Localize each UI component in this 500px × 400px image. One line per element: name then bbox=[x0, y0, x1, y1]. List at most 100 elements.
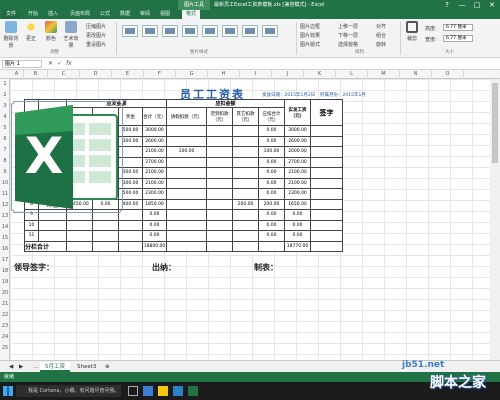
picture-style-2[interactable] bbox=[142, 25, 158, 37]
cell-sign[interactable] bbox=[310, 156, 343, 168]
cell-name[interactable] bbox=[38, 219, 67, 231]
cell-net[interactable]: 1650.00 bbox=[284, 198, 311, 210]
cell-total[interactable]: 1850.00 bbox=[142, 198, 167, 210]
task-view-icon[interactable] bbox=[128, 386, 138, 396]
maximize-button[interactable]: □ bbox=[470, 0, 484, 10]
cell-late[interactable] bbox=[206, 219, 233, 231]
row-header[interactable]: 20 bbox=[0, 290, 10, 296]
picture-style-1[interactable] bbox=[122, 25, 138, 37]
row-header[interactable]: 10 bbox=[0, 180, 10, 186]
cell-late[interactable] bbox=[206, 167, 233, 179]
column-header[interactable]: I bbox=[240, 70, 272, 79]
cell-net[interactable]: 0.00 bbox=[284, 209, 311, 221]
cell-late[interactable] bbox=[206, 156, 233, 168]
crop-button[interactable]: 裁剪 bbox=[403, 21, 421, 42]
cell-late[interactable] bbox=[206, 188, 233, 200]
column-header[interactable]: N bbox=[400, 70, 432, 79]
column-header[interactable]: K bbox=[304, 70, 336, 79]
column-header[interactable]: C bbox=[48, 70, 80, 79]
cell-dtotal[interactable]: 100.00 bbox=[258, 146, 285, 158]
reset-picture-button[interactable]: 重设图片 bbox=[86, 41, 106, 48]
row-header[interactable]: 16 bbox=[0, 246, 10, 252]
tab-page-layout[interactable]: 页面布局 bbox=[70, 10, 90, 19]
cell-dtotal[interactable]: 0.00 bbox=[258, 188, 285, 200]
sum-cell[interactable] bbox=[92, 240, 119, 252]
sum-net[interactable]: 18770.00 bbox=[284, 240, 311, 252]
context-tab-picture-tools[interactable]: 图片工具 bbox=[178, 0, 210, 10]
cell-late[interactable] bbox=[206, 146, 233, 158]
cell-dtotal[interactable]: 200.00 bbox=[258, 198, 285, 210]
row-header[interactable]: 7 bbox=[0, 147, 10, 153]
minimize-button[interactable]: — bbox=[455, 0, 469, 10]
cell-net[interactable]: 2700.00 bbox=[284, 156, 311, 168]
header-other[interactable]: 其它扣款（元） bbox=[232, 107, 259, 126]
picture-style-8[interactable] bbox=[262, 25, 278, 37]
cell-leave[interactable] bbox=[166, 167, 207, 179]
header-sign[interactable]: 签字 bbox=[310, 99, 343, 126]
row-header[interactable]: 11 bbox=[0, 191, 10, 197]
cell-leave[interactable] bbox=[166, 125, 207, 137]
row-header[interactable]: 24 bbox=[0, 334, 10, 340]
send-backward-button[interactable]: 下移一层 bbox=[338, 32, 358, 39]
cell-sign[interactable] bbox=[310, 219, 343, 231]
cell-dtotal[interactable]: 0.00 bbox=[258, 177, 285, 189]
cell-sign[interactable] bbox=[310, 167, 343, 179]
cell-other[interactable] bbox=[232, 167, 259, 179]
align-button[interactable]: 对齐 bbox=[376, 23, 386, 30]
excel-taskbar-icon[interactable] bbox=[188, 386, 198, 396]
file-explorer-icon[interactable] bbox=[158, 386, 168, 396]
row-header[interactable]: 3 bbox=[0, 103, 10, 109]
row-header[interactable]: 2 bbox=[0, 92, 10, 98]
cell-late[interactable] bbox=[206, 135, 233, 147]
cell-net[interactable]: 3000.00 bbox=[284, 125, 311, 137]
cell-leave[interactable] bbox=[166, 177, 207, 189]
cell-dtotal[interactable]: 0.00 bbox=[258, 230, 285, 242]
column-header[interactable]: J bbox=[272, 70, 304, 79]
row-header[interactable]: 4 bbox=[0, 114, 10, 120]
cell-total[interactable]: 2600.00 bbox=[142, 135, 167, 147]
cell-leave[interactable] bbox=[166, 198, 207, 210]
tab-file[interactable]: 文件 bbox=[2, 10, 21, 19]
row-header[interactable]: 22 bbox=[0, 312, 10, 318]
cell-sign[interactable] bbox=[310, 135, 343, 147]
header-total[interactable]: 合计（元） bbox=[142, 107, 167, 126]
cell-dtotal[interactable]: 0.00 bbox=[258, 125, 285, 137]
cell-sign[interactable] bbox=[310, 198, 343, 210]
column-header[interactable]: E bbox=[112, 70, 144, 79]
tab-view[interactable]: 视图 bbox=[160, 10, 170, 19]
cell-late[interactable] bbox=[206, 209, 233, 221]
picture-layout-button[interactable]: 图片版式 bbox=[300, 41, 320, 48]
column-header[interactable]: B bbox=[24, 70, 48, 79]
cell-post[interactable] bbox=[92, 219, 119, 231]
cell-dtotal[interactable]: 0.00 bbox=[258, 156, 285, 168]
tab-data[interactable]: 数据 bbox=[120, 10, 130, 19]
picture-effects-button[interactable]: 图片效果 bbox=[300, 32, 320, 39]
cell-name[interactable] bbox=[38, 230, 67, 242]
sum-cell[interactable] bbox=[310, 240, 343, 252]
cell-other[interactable] bbox=[232, 135, 259, 147]
cell-late[interactable] bbox=[206, 125, 233, 137]
row-header[interactable]: 18 bbox=[0, 268, 10, 274]
cell-leave[interactable] bbox=[166, 230, 207, 242]
tab-insert[interactable]: 插入 bbox=[48, 10, 58, 19]
sum-cell[interactable] bbox=[258, 240, 285, 252]
cell-dtotal[interactable]: 0.00 bbox=[258, 219, 285, 231]
cell-other[interactable] bbox=[232, 219, 259, 231]
selection-pane-button[interactable]: 选择窗格 bbox=[338, 41, 358, 48]
cell-sign[interactable] bbox=[310, 230, 343, 242]
name-box[interactable]: 图片 1 bbox=[2, 60, 42, 68]
row-header[interactable]: 23 bbox=[0, 323, 10, 329]
row-header[interactable]: 17 bbox=[0, 257, 10, 263]
sum-cell[interactable] bbox=[206, 240, 233, 252]
cell-dtotal[interactable]: 0.00 bbox=[258, 209, 285, 221]
cell-sign[interactable] bbox=[310, 125, 343, 137]
row-header[interactable]: 5 bbox=[0, 125, 10, 131]
cell-leave[interactable] bbox=[166, 188, 207, 200]
cell-net[interactable]: 2300.00 bbox=[284, 188, 311, 200]
cell-net[interactable]: 0.00 bbox=[284, 230, 311, 242]
cell-leave[interactable] bbox=[166, 135, 207, 147]
row-header[interactable]: 12 bbox=[0, 202, 10, 208]
corrections-button[interactable]: 更正 bbox=[22, 21, 40, 42]
add-sheet-icon[interactable]: ⊕ bbox=[100, 362, 115, 372]
tab-formulas[interactable]: 公式 bbox=[100, 10, 110, 19]
